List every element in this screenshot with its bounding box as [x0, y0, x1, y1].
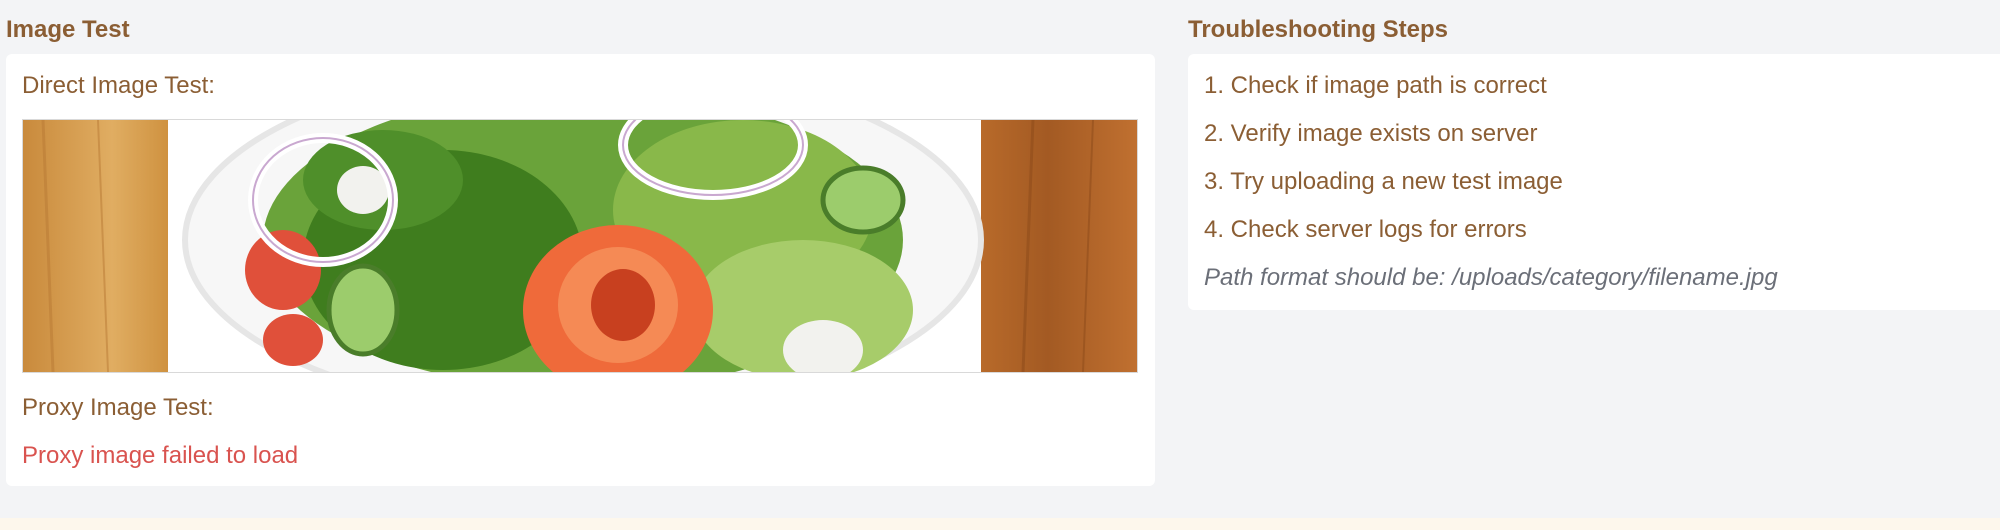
path-format-note: Path format should be: /uploads/category… — [1204, 264, 1778, 291]
image-test-title: Image Test — [6, 16, 130, 43]
step-item: 3. Try uploading a new test image — [1204, 168, 1563, 195]
step-item: 1. Check if image path is correct — [1204, 72, 1547, 99]
step-item: 2. Verify image exists on server — [1204, 120, 1538, 147]
salad-photo-illustration — [41, 120, 1094, 372]
direct-image-label: Direct Image Test: — [22, 72, 215, 99]
salad-image — [22, 119, 1138, 373]
image-test-card: Direct Image Test: Proxy Image Test: Pro… — [6, 54, 1155, 486]
footer-strip — [0, 518, 2000, 530]
troubleshooting-title: Troubleshooting Steps — [1188, 16, 1449, 43]
troubleshooting-card: 1. Check if image path is correct 2. Ver… — [1188, 54, 2000, 310]
step-item: 4. Check server logs for errors — [1204, 216, 1527, 243]
proxy-image-label: Proxy Image Test: — [22, 394, 214, 421]
proxy-error-message: Proxy image failed to load — [22, 442, 299, 469]
